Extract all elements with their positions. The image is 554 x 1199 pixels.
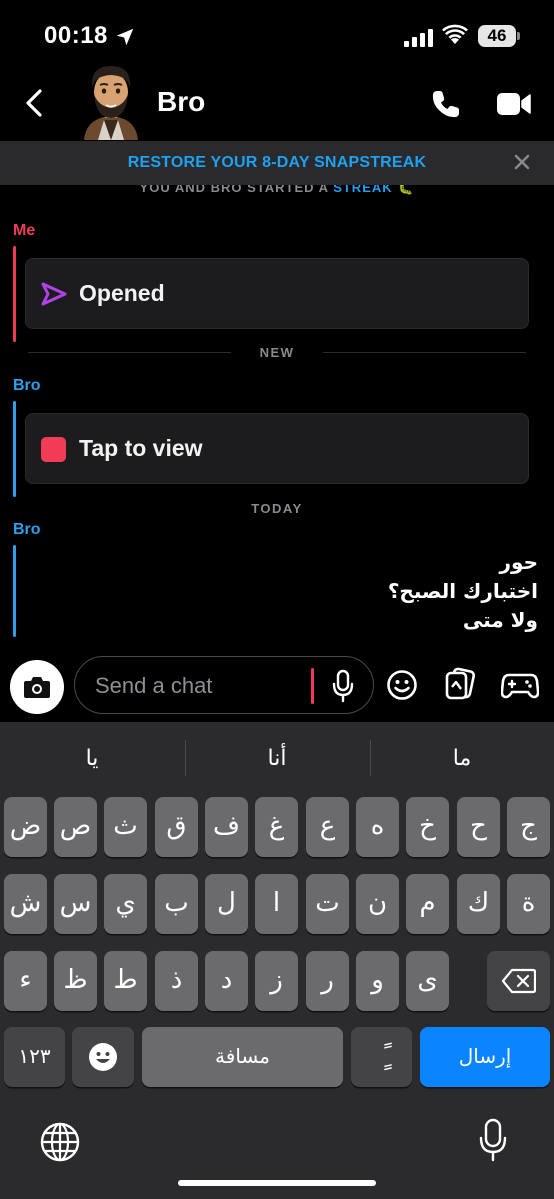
key[interactable]: ع [306, 797, 349, 857]
sender-bar-me [13, 246, 16, 342]
space-key[interactable]: مسافة [142, 1027, 343, 1087]
sender-bar-bro [13, 401, 16, 497]
key[interactable]: ج [507, 797, 550, 857]
snap-opened-card[interactable]: Opened [25, 258, 529, 329]
sender-label-bro: Bro [13, 377, 41, 394]
back-chevron-icon[interactable] [22, 88, 48, 118]
game-controller-icon[interactable] [501, 669, 539, 701]
phone-call-icon[interactable] [430, 88, 462, 120]
key[interactable]: ظ [54, 951, 97, 1011]
microphone-icon[interactable] [331, 669, 355, 703]
suggestion-3[interactable]: يا [0, 746, 184, 771]
suggestion-divider [185, 740, 186, 776]
sent-arrow-icon [41, 282, 67, 306]
key[interactable]: ك [457, 874, 500, 934]
key[interactable]: خ [406, 797, 449, 857]
suggestion-divider [370, 740, 371, 776]
backspace-icon [502, 968, 536, 994]
key[interactable]: و [356, 951, 399, 1011]
key[interactable]: ي [104, 874, 147, 934]
key[interactable]: ش [4, 874, 47, 934]
sender-label-me: Me [13, 222, 36, 239]
text-message[interactable]: حور اختبارك الصبح؟ ولا متى [28, 548, 538, 635]
home-indicator[interactable] [178, 1180, 376, 1186]
key[interactable]: د [205, 951, 248, 1011]
emoji-icon [89, 1043, 117, 1071]
chat-header: Bro [0, 60, 554, 140]
key[interactable]: ا [255, 874, 298, 934]
bitmoji-avatar[interactable] [78, 60, 144, 140]
key[interactable]: ط [104, 951, 147, 1011]
chat-input-bar: Send a chat [0, 648, 554, 722]
key[interactable]: س [54, 874, 97, 934]
text-message-line-3: ولا متى [462, 608, 538, 632]
dictation-mic-icon[interactable] [478, 1118, 508, 1162]
key[interactable]: ص [54, 797, 97, 857]
memories-cards-icon[interactable] [443, 667, 477, 701]
restore-streak-text[interactable]: RESTORE YOUR 8-DAY SNAPSTREAK [0, 154, 554, 172]
chat-input[interactable]: Send a chat [74, 656, 374, 714]
emoji-key[interactable] [72, 1027, 134, 1087]
unopened-snap-icon [41, 437, 66, 462]
chat-input-placeholder: Send a chat [95, 673, 213, 698]
divider-line-left [28, 352, 231, 353]
key[interactable]: ه [356, 797, 399, 857]
close-icon[interactable] [512, 152, 532, 172]
arabic-keyboard: ما أنا يا ج ح خ ه ع غ ف ق ث ص ض ة ك م ن … [0, 722, 554, 1199]
snap-opened-label: Opened [79, 280, 165, 306]
key[interactable]: ت [306, 874, 349, 934]
send-key[interactable]: إرسال [420, 1027, 550, 1087]
battery-tip [517, 32, 520, 40]
cellular-signal-icon [404, 27, 434, 47]
emoji-icon[interactable] [386, 669, 418, 701]
contact-name[interactable]: Bro [157, 86, 205, 118]
key[interactable]: ر [306, 951, 349, 1011]
location-arrow-icon [116, 28, 134, 46]
wifi-icon [442, 24, 468, 44]
key[interactable]: م [406, 874, 449, 934]
camera-button[interactable] [10, 660, 64, 714]
key[interactable]: ء [4, 951, 47, 1011]
video-call-icon[interactable] [496, 90, 532, 118]
restore-streak-banner[interactable]: RESTORE YOUR 8-DAY SNAPSTREAK [0, 141, 554, 185]
globe-icon[interactable] [40, 1122, 80, 1162]
key[interactable]: ى [406, 951, 449, 1011]
divider-line-right [323, 352, 526, 353]
divider-today-label: TODAY [251, 501, 303, 516]
key[interactable]: ن [356, 874, 399, 934]
key[interactable]: ض [4, 797, 47, 857]
numbers-key[interactable]: ١٢٣ [4, 1027, 65, 1087]
suggestion-1[interactable]: ما [370, 746, 554, 771]
key[interactable]: ز [255, 951, 298, 1011]
key[interactable]: ف [205, 797, 248, 857]
key[interactable]: غ [255, 797, 298, 857]
status-time: 00:18 [44, 22, 108, 49]
backspace-key[interactable] [487, 951, 550, 1011]
key[interactable]: ب [155, 874, 198, 934]
suggestion-2[interactable]: أنا [185, 746, 369, 771]
sender-bar-bro-2 [13, 545, 16, 637]
tap-to-view-label: Tap to view [79, 435, 203, 461]
key[interactable]: ق [155, 797, 198, 857]
key[interactable]: ة [507, 874, 550, 934]
key[interactable]: ل [205, 874, 248, 934]
diacritic-key[interactable]: ًٍ [351, 1027, 412, 1087]
sender-label-bro-2: Bro [13, 521, 41, 538]
text-message-line-1: حور [499, 550, 538, 574]
divider-new-label: NEW [259, 345, 295, 360]
key[interactable]: ذ [155, 951, 198, 1011]
battery-indicator: 46 [478, 25, 516, 47]
snap-tap-to-view-card[interactable]: Tap to view [25, 413, 529, 484]
text-message-line-2: اختبارك الصبح؟ [387, 579, 538, 603]
key[interactable]: ح [457, 797, 500, 857]
text-caret [311, 668, 314, 704]
camera-icon [24, 677, 50, 698]
key[interactable]: ث [104, 797, 147, 857]
